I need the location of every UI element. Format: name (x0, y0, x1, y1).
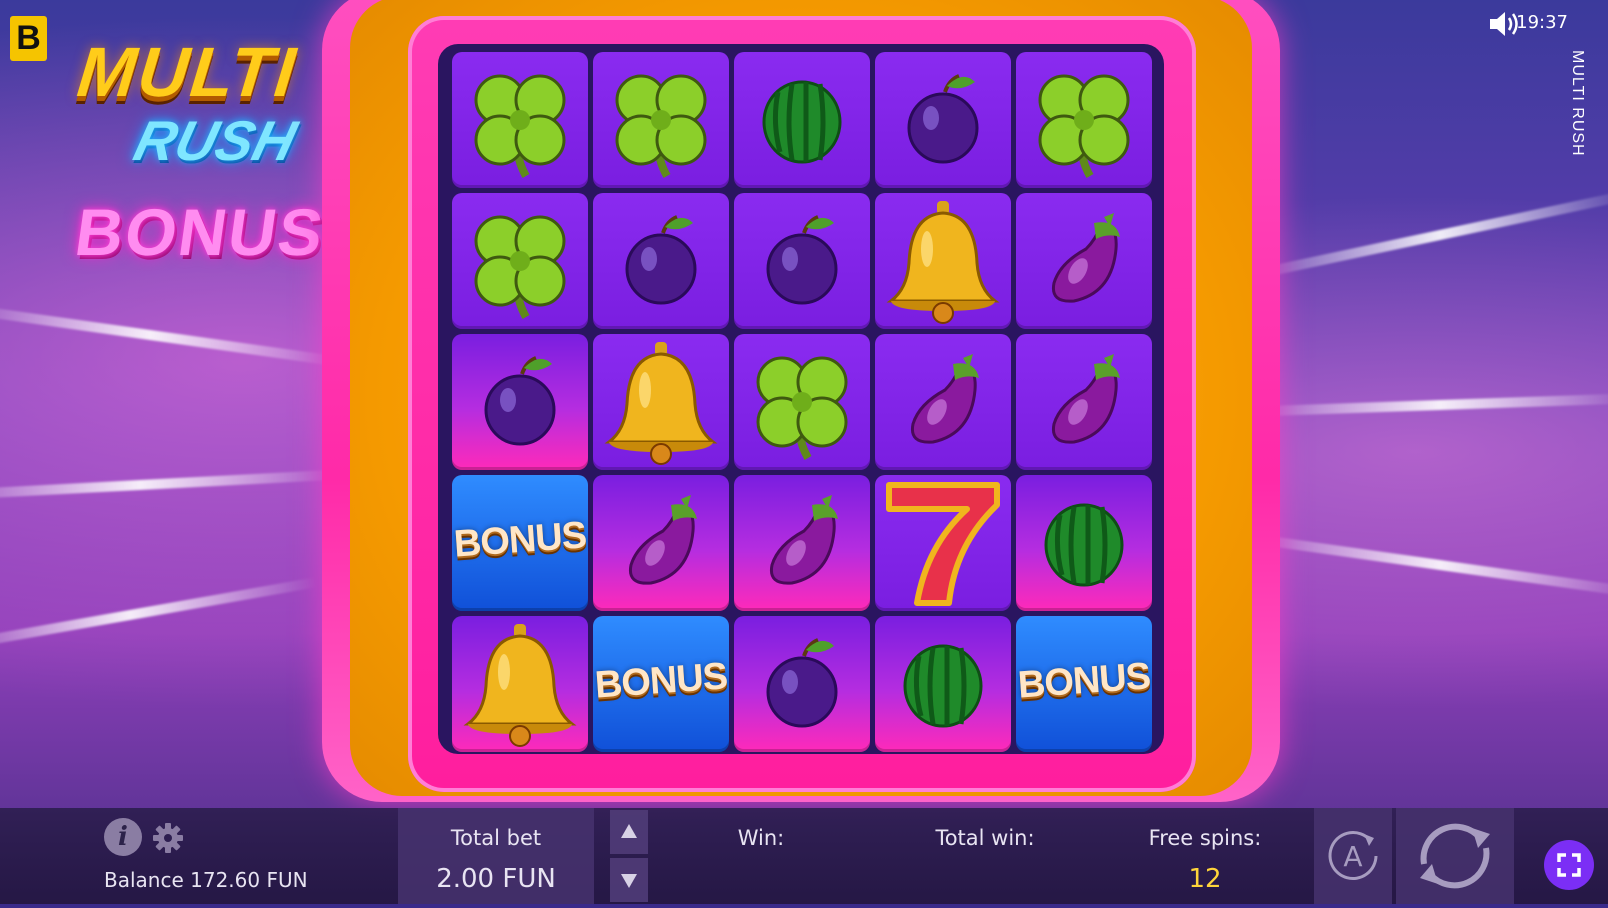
reel-cell-clover (1016, 52, 1152, 188)
reel-cell-eggplant (593, 475, 729, 611)
reel-cell-eggplant (875, 334, 1011, 470)
brand-logo: B (10, 16, 47, 61)
autoplay-icon: A (1328, 831, 1378, 881)
plum-icon (766, 638, 838, 728)
watermelon-icon (903, 644, 983, 728)
eggplant-icon (628, 495, 697, 585)
bell-icon (604, 342, 718, 465)
clover-icon (474, 74, 566, 179)
watermelon-icon (762, 80, 842, 164)
reel-cell-plum (593, 193, 729, 329)
spin-button[interactable] (1396, 808, 1514, 904)
clover-icon (756, 356, 848, 461)
bell-icon (886, 201, 1000, 324)
gear-icon[interactable] (152, 822, 184, 854)
reel-grid: BONUS BONUS BONUS (452, 52, 1152, 752)
svg-text:A: A (1343, 840, 1362, 873)
watermelon-icon (1044, 503, 1124, 587)
bonus-symbol-label: BONUS (593, 655, 729, 707)
reel-cell-watermelon (875, 616, 1011, 752)
reel-cell-eggplant (1016, 193, 1152, 329)
bet-decrease-button[interactable] (610, 858, 648, 902)
reel-cell-watermelon (1016, 475, 1152, 611)
clover-icon (474, 215, 566, 320)
eggplant-icon (1051, 213, 1120, 303)
win-label: Win: (737, 826, 785, 850)
reel-cell-eggplant (1016, 334, 1152, 470)
reel-cell-eggplant (734, 475, 870, 611)
logo-bonus: BONUS (70, 195, 330, 269)
bet-increase-button[interactable] (610, 810, 648, 854)
reel-cell-plum (875, 52, 1011, 188)
eggplant-icon (910, 354, 979, 444)
clover-icon (1038, 74, 1130, 179)
info-icon[interactable]: i (104, 818, 142, 856)
bonus-symbol-label: BONUS (1016, 655, 1152, 707)
reel-cell-seven (875, 475, 1011, 611)
free-spins-label: Free spins: (1148, 826, 1262, 850)
plum-icon (766, 215, 838, 305)
balance-text: Balance 172.60 FUN (104, 868, 308, 892)
plum-icon (907, 74, 979, 164)
eggplant-icon (769, 495, 838, 585)
reel-cell-plum (734, 616, 870, 752)
clock: 19:37 (1516, 12, 1568, 33)
reel-cell-bonus: BONUS (452, 475, 588, 611)
total-bet-label: Total bet (450, 826, 542, 850)
arrow-down-icon (621, 874, 637, 888)
reel-cell-bonus: BONUS (593, 616, 729, 752)
logo-multi: MULTI (73, 33, 301, 111)
clover-icon (615, 74, 707, 179)
total-win-label: Total win: (935, 826, 1035, 850)
bonus-symbol-label: BONUS (452, 514, 588, 566)
reel-cell-bell (875, 193, 1011, 329)
free-spins-value: 12 (1188, 864, 1222, 894)
reel-cell-bell (593, 334, 729, 470)
fullscreen-icon (1557, 853, 1581, 877)
reel-cell-clover (452, 193, 588, 329)
reel-cell-clover (734, 334, 870, 470)
game-logo: MULTI RUSH BONUS (71, 22, 356, 282)
reel-cell-bell (452, 616, 588, 752)
autoplay-button[interactable]: A (1314, 808, 1392, 904)
fullscreen-button[interactable] (1544, 840, 1594, 890)
reel-cell-watermelon (734, 52, 870, 188)
plum-icon (625, 215, 697, 305)
seven-icon (886, 482, 1000, 606)
eggplant-icon (1051, 354, 1120, 444)
bell-icon (463, 624, 577, 747)
reel-cell-plum (452, 334, 588, 470)
reel-cell-bonus: BONUS (1016, 616, 1152, 752)
spin-icon (1420, 823, 1490, 889)
plum-icon (484, 356, 556, 446)
reel-cell-clover (452, 52, 588, 188)
logo-rush: RUSH (128, 109, 303, 172)
arrow-up-icon (621, 824, 637, 838)
game-title-vertical: MULTI RUSH (1569, 50, 1586, 157)
total-bet-value: 2.00 FUN (436, 864, 556, 894)
reel-cell-plum (734, 193, 870, 329)
reel-cell-clover (593, 52, 729, 188)
